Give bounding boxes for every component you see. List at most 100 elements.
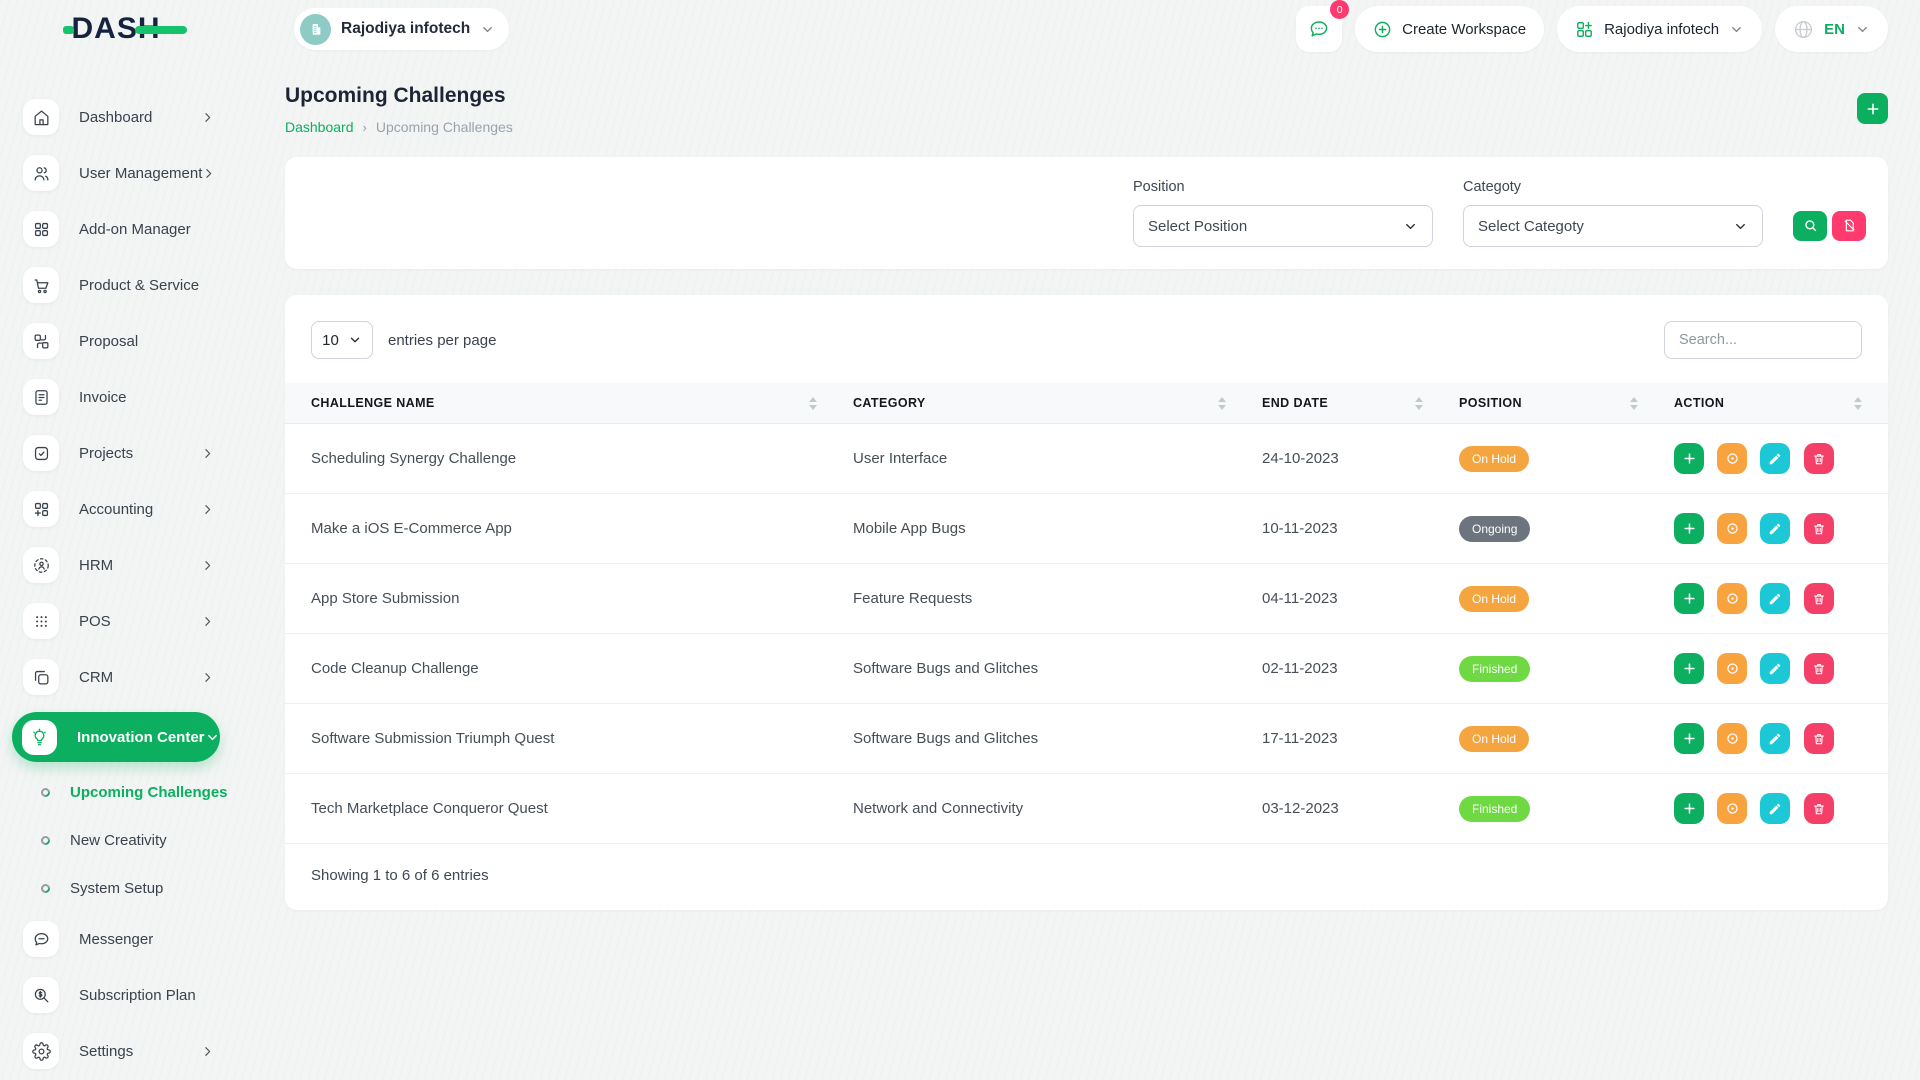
sort-icon	[809, 397, 817, 410]
page-title: Upcoming Challenges	[285, 84, 513, 108]
position-select[interactable]: Select Position	[1133, 205, 1433, 247]
person-dashed-circle-icon	[23, 547, 59, 583]
position-status-badge: Ongoing	[1459, 516, 1530, 542]
trash-icon	[1812, 662, 1826, 676]
row-view-button[interactable]	[1717, 443, 1747, 474]
sidebar-item-settings[interactable]: Settings	[0, 1030, 232, 1072]
check-square-icon	[23, 435, 59, 471]
column-header-category[interactable]: CATEGORY	[853, 396, 1262, 410]
plus-icon	[1682, 591, 1697, 606]
row-delete-button[interactable]	[1804, 723, 1834, 754]
sidebar-item-subscription-plan[interactable]: Subscription Plan	[0, 974, 232, 1016]
page-size-select[interactable]: 10	[311, 321, 373, 359]
table-row: Code Cleanup Challenge Software Bugs and…	[285, 634, 1888, 704]
invoice-icon	[23, 379, 59, 415]
pencil-icon	[1768, 522, 1782, 536]
breadcrumb-dashboard-link[interactable]: Dashboard	[285, 119, 354, 135]
trash-icon	[1812, 802, 1826, 816]
sidebar-item-invoice[interactable]: Invoice	[0, 376, 232, 418]
pencil-icon	[1768, 592, 1782, 606]
brand-logo[interactable]: DASH	[71, 14, 160, 44]
column-header-action[interactable]: ACTION	[1674, 396, 1888, 410]
sort-icon	[1854, 397, 1862, 410]
chevron-down-icon	[1403, 219, 1418, 234]
row-edit-button[interactable]	[1760, 723, 1790, 754]
filter-search-button[interactable]	[1793, 211, 1827, 241]
end-date-cell: 24-10-2023	[1262, 424, 1459, 494]
row-edit-button[interactable]	[1760, 653, 1790, 684]
row-delete-button[interactable]	[1804, 793, 1834, 824]
sidebar-subitem-new-creativity[interactable]: New Creativity	[0, 820, 232, 860]
main-content: Upcoming Challenges Dashboard › Upcoming…	[232, 58, 1920, 910]
logo-bar-accent	[135, 26, 187, 34]
sidebar-item-dashboard[interactable]: Dashboard	[0, 96, 232, 138]
sidebar-item-accounting[interactable]: Accounting	[0, 488, 232, 530]
row-view-button[interactable]	[1717, 583, 1747, 614]
copy-squares-icon	[23, 659, 59, 695]
column-header-end-date[interactable]: END DATE	[1262, 396, 1459, 410]
add-challenge-button[interactable]	[1857, 93, 1888, 124]
column-header-challenge-name[interactable]: CHALLENGE NAME	[311, 396, 853, 410]
sidebar-subitem-system-setup[interactable]: System Setup	[0, 868, 232, 908]
trash-icon	[1812, 592, 1826, 606]
sidebar-subitem-upcoming-challenges[interactable]: Upcoming Challenges	[0, 772, 232, 812]
row-view-button[interactable]	[1717, 723, 1747, 754]
chevron-down-icon	[1729, 22, 1744, 37]
row-add-button[interactable]	[1674, 443, 1704, 474]
sidebar-item-pos[interactable]: POS	[0, 600, 232, 642]
row-add-button[interactable]	[1674, 793, 1704, 824]
account-workspace-dropdown[interactable]: Rajodiya infotech	[1557, 6, 1762, 52]
sidebar-item-projects[interactable]: Projects	[0, 432, 232, 474]
sidebar-item-crm[interactable]: CRM	[0, 656, 232, 698]
challenges-table: CHALLENGE NAME CATEGORY END DATE POSITIO…	[285, 383, 1888, 844]
sidebar-item-hrm[interactable]: HRM	[0, 544, 232, 586]
row-add-button[interactable]	[1674, 513, 1704, 544]
row-delete-button[interactable]	[1804, 583, 1834, 614]
globe-icon	[1793, 19, 1814, 40]
row-edit-button[interactable]	[1760, 793, 1790, 824]
row-edit-button[interactable]	[1760, 443, 1790, 474]
language-selector[interactable]: EN	[1775, 6, 1888, 52]
table-search-input[interactable]	[1664, 321, 1862, 359]
row-delete-button[interactable]	[1804, 443, 1834, 474]
row-add-button[interactable]	[1674, 723, 1704, 754]
pencil-icon	[1768, 802, 1782, 816]
chevron-down-icon	[1855, 22, 1870, 37]
chevron-down-icon	[348, 333, 362, 347]
breadcrumb-separator-icon: ›	[363, 120, 367, 135]
row-edit-button[interactable]	[1760, 583, 1790, 614]
breadcrumb-current: Upcoming Challenges	[376, 119, 513, 135]
workspace-grid-icon	[1575, 20, 1594, 39]
sidebar-item-addon-manager[interactable]: Add-on Manager	[0, 208, 232, 250]
sidebar-item-user-management[interactable]: User Management	[0, 152, 232, 194]
create-workspace-button[interactable]: Create Workspace	[1355, 6, 1544, 52]
challenge-name-cell: Code Cleanup Challenge	[285, 634, 853, 704]
sidebar-item-proposal[interactable]: Proposal	[0, 320, 232, 362]
sidebar-item-messenger[interactable]: Messenger	[0, 918, 232, 960]
category-cell: Network and Connectivity	[853, 774, 1262, 844]
row-view-button[interactable]	[1717, 653, 1747, 684]
row-delete-button[interactable]	[1804, 513, 1834, 544]
position-status-badge: On Hold	[1459, 446, 1529, 472]
category-select[interactable]: Select Categoty	[1463, 205, 1763, 247]
position-status-badge: On Hold	[1459, 586, 1529, 612]
row-view-button[interactable]	[1717, 513, 1747, 544]
row-delete-button[interactable]	[1804, 653, 1834, 684]
row-view-button[interactable]	[1717, 793, 1747, 824]
row-add-button[interactable]	[1674, 653, 1704, 684]
messages-button[interactable]: 0	[1296, 6, 1342, 52]
sort-icon	[1218, 397, 1226, 410]
sidebar-item-product-service[interactable]: Product & Service	[0, 264, 232, 306]
chevron-right-icon	[201, 671, 214, 684]
workspace-selector[interactable]: Rajodiya infotech	[294, 8, 509, 50]
row-add-button[interactable]	[1674, 583, 1704, 614]
eye-icon	[1725, 521, 1740, 536]
sort-icon	[1630, 397, 1638, 410]
filter-reset-button[interactable]	[1832, 211, 1866, 241]
chevron-right-icon	[201, 503, 214, 516]
column-header-position[interactable]: POSITION	[1459, 396, 1674, 410]
sidebar-item-innovation-center[interactable]: Innovation Center	[12, 712, 220, 762]
topbar-actions: 0 Create Workspace Rajodiya infotech EN	[1296, 6, 1888, 52]
topbar: DASH Rajodiya infotech 0 Create Workspac…	[0, 0, 1920, 58]
row-edit-button[interactable]	[1760, 513, 1790, 544]
